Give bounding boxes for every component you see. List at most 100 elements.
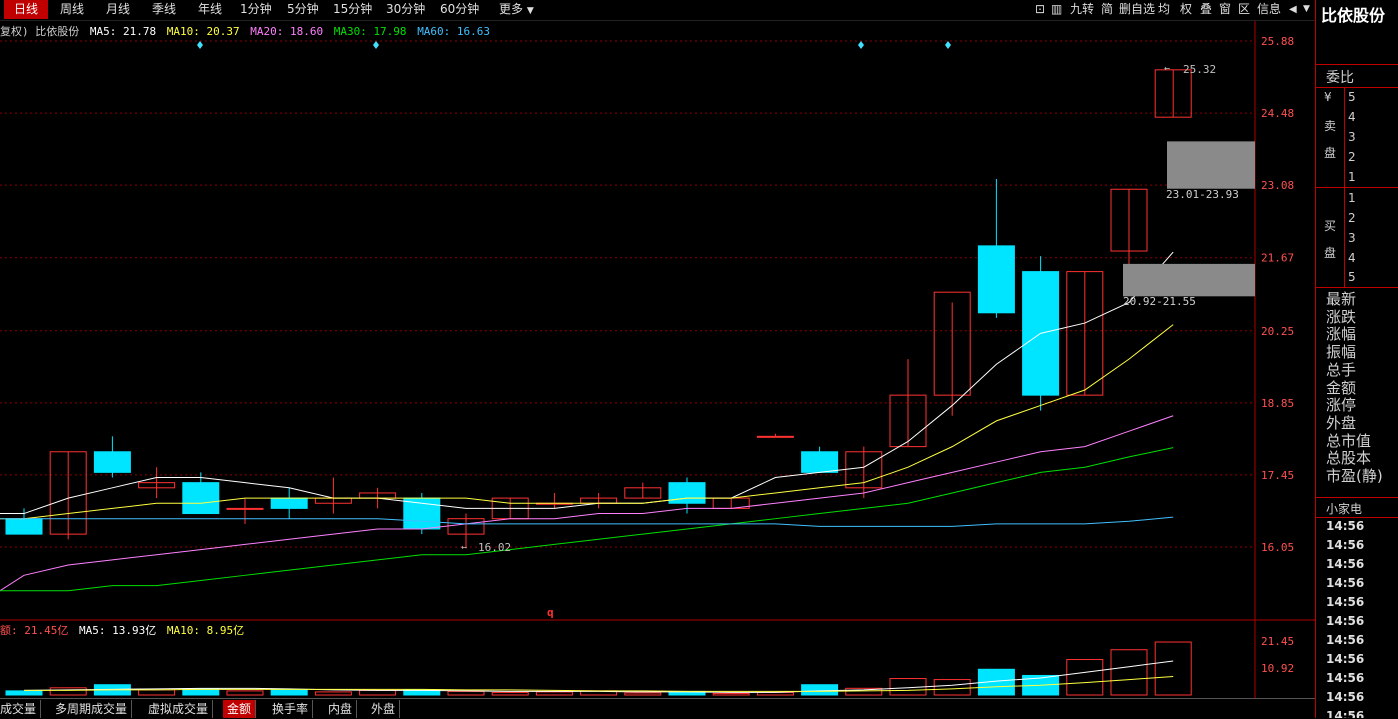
ma20-label: MA20: 18.60 [250,25,323,38]
sell-level-1: 1 [1348,170,1356,184]
weibi-label: 委比 [1326,70,1354,86]
arrow-left-icon: ← [1164,63,1170,74]
window-button[interactable]: 窗 [1219,0,1231,19]
tab-15min[interactable]: 15分钟 [333,0,372,19]
tab-inner-volume[interactable]: 内盘 [324,700,358,718]
tab-multi-period-volume[interactable]: 多周期成交量 [51,700,133,718]
tab-volume[interactable]: 成交量 [0,700,42,718]
trade-time: 14:56 [1326,652,1365,666]
del-watchlist-button[interactable]: 删自选 [1119,0,1155,19]
ma60-label: MA60: 16.63 [417,25,490,38]
signal-diamond-icon [373,41,379,49]
signal-diamond-icon [197,41,203,49]
volume-bars [5,641,1192,696]
arrow-left-icon: ← [461,542,467,553]
candles [5,69,1192,549]
chevron-down-icon[interactable]: ▼ [1303,0,1310,19]
candle-body [182,482,220,515]
volume-bar [1110,649,1148,696]
tab-daily[interactable]: 日线 [4,0,49,19]
sell-level-5: 5 [1348,90,1356,104]
overlay-button[interactable]: 叠 [1200,0,1212,19]
vol-amount-label: 额: 21.45亿 [0,624,68,637]
price-tick-label: 24.48 [1261,107,1294,120]
indicator-tabs: 成交量 多周期成交量 虚拟成交量 金额 换手率 内盘 外盘 [0,698,1315,719]
candle-body [668,482,706,504]
tab-more[interactable]: 更多 ▼ [499,0,534,19]
lock-icon[interactable]: ⊡ [1035,0,1045,19]
sell-label: 卖 盘 [1324,119,1337,160]
trade-time: 14:56 [1326,690,1365,704]
high-annotation: 25.32 [1183,63,1216,76]
vol-ma5-label: MA5: 13.93亿 [79,624,156,637]
tab-1min[interactable]: 1分钟 [240,0,272,19]
tab-turnover[interactable]: 换手率 [268,700,314,718]
buy-label: 买 盘 [1324,219,1337,260]
volume-bar [49,687,87,696]
range-button[interactable]: 区 [1238,0,1250,19]
tab-60min[interactable]: 60分钟 [440,0,479,19]
tab-quarterly[interactable]: 季线 [152,0,176,19]
tab-outer-volume[interactable]: 外盘 [367,700,401,718]
trade-time: 14:56 [1326,519,1365,533]
ma-button[interactable]: 均 [1158,0,1170,19]
buy-level-1: 1 [1348,191,1356,205]
volume-bar [314,691,352,696]
price-tick-label: 20.25 [1261,325,1294,338]
tab-30min[interactable]: 30分钟 [386,0,425,19]
window-icon[interactable]: ▥ [1051,0,1062,19]
price-axis: 25.88 24.48 23.08 21.67 20.25 18.85 17.45 16.05 [1261,35,1294,554]
chevron-down-icon: ▼ [526,6,534,16]
tab-amount[interactable]: 金额 [223,700,257,718]
sell-level-2: 2 [1348,150,1356,164]
volume-bar [226,690,264,696]
tab-monthly[interactable]: 月线 [106,0,130,19]
tab-virtual-volume[interactable]: 虚拟成交量 [144,700,214,718]
stock-title: 比依股份 [1321,6,1386,25]
signal-diamond-icon [858,41,864,49]
volume-bar [535,691,573,696]
arrow-left-icon[interactable]: ◀ [1289,0,1297,19]
support-zone [1123,263,1255,297]
tab-5min[interactable]: 5分钟 [287,0,319,19]
volume-bar [933,679,971,696]
vol-axis-mid: 10.92 [1261,662,1294,675]
candle-body [756,435,794,438]
rights-button[interactable]: 权 [1180,0,1192,19]
volume-bar [712,692,750,696]
info-button[interactable]: 信息 [1257,0,1281,19]
buy-level-5: 5 [1348,270,1356,284]
kline-chart[interactable]: 25.88 24.48 23.08 21.67 20.25 18.85 17.45 16.05… [0,21,1315,698]
nine-turn-button[interactable]: 九转 [1070,0,1094,19]
ma-header-prefix: 复权) 比依股份 [0,24,79,38]
candle-body [977,245,1015,314]
resistance-zone [1167,141,1255,189]
ma-header: 复权) 比依股份 MA5: 21.78 MA10: 20.37 MA20: 18… [0,24,490,38]
tab-weekly[interactable]: 周线 [60,0,84,19]
currency-label: ¥ [1324,90,1332,104]
volume-bar [138,689,176,696]
volume-bar [1154,641,1192,696]
volume-header: 额: 21.45亿 MA5: 13.93亿 MA10: 8.95亿 [0,624,244,637]
vol-ma10-label: MA10: 8.95亿 [167,624,244,637]
buy-level-3: 3 [1348,231,1356,245]
volume-bar [359,689,397,696]
sector-label: 小家电 [1326,502,1363,516]
tab-more-label: 更多 [499,2,524,16]
simple-button[interactable]: 简 [1101,0,1113,19]
trade-time: 14:56 [1326,633,1365,647]
tab-yearly[interactable]: 年线 [198,0,222,19]
candle-body [801,451,839,473]
candle-body [270,497,308,509]
volume-bar [5,690,43,696]
buy-level-4: 4 [1348,251,1356,265]
trade-time: 14:56 [1326,614,1365,628]
period-toolbar: 日线 周线 月线 季线 年线 1分钟 5分钟 15分钟 30分钟 60分钟 更多… [0,0,1315,21]
ma10-label: MA10: 20.37 [167,25,240,38]
signal-markers [197,41,951,49]
volume-bar [270,689,308,696]
vol-axis-top: 21.45 [1261,635,1294,648]
trade-time: 14:56 [1326,709,1365,718]
candle-body [226,507,264,510]
price-tick-label: 16.05 [1261,541,1294,554]
